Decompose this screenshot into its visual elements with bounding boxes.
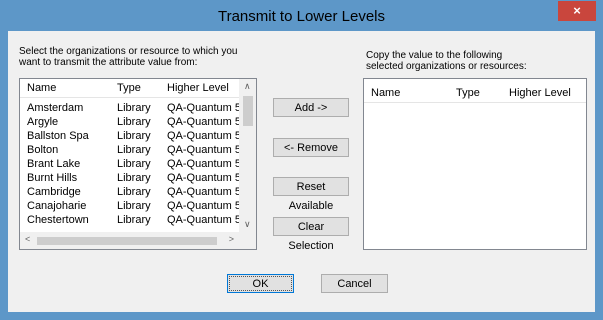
item-higher-level: QA-Quantum 5.0 <box>167 130 251 142</box>
item-name: Canajoharie <box>27 200 87 212</box>
title-bar[interactable]: Transmit to Lower Levels × <box>1 1 602 31</box>
target-list[interactable]: Name Type Higher Level <box>363 78 587 250</box>
item-type: Library <box>117 130 151 142</box>
close-button[interactable]: × <box>558 1 596 21</box>
column-header-higher-level[interactable]: Higher Level <box>509 87 571 99</box>
vertical-scrollbar[interactable]: ∧ ∨ <box>239 79 256 232</box>
target-list-header: Name Type Higher Level <box>364 84 586 102</box>
list-item[interactable]: Cambridge Library QA-Quantum 5.0 <box>20 186 256 199</box>
scrollbar-corner <box>239 232 256 249</box>
cancel-button[interactable]: Cancel <box>321 274 388 293</box>
item-name: Ballston Spa <box>27 130 89 142</box>
vertical-scroll-thumb[interactable] <box>243 96 253 126</box>
item-type: Library <box>117 200 151 212</box>
item-type: Library <box>117 214 151 226</box>
source-list-header: Name Type Higher Level <box>20 79 256 97</box>
item-type: Library <box>117 116 151 128</box>
column-header-type[interactable]: Type <box>117 82 141 94</box>
item-name: Bolton <box>27 144 59 156</box>
horizontal-scroll-thumb[interactable] <box>37 237 217 245</box>
item-name: Chestertown <box>27 214 89 226</box>
list-item[interactable]: Canajoharie Library QA-Quantum 5.0 <box>20 200 256 213</box>
horizontal-scrollbar[interactable]: < > <box>20 232 239 249</box>
source-instruction-line1: Select the organizations or resource to … <box>19 46 238 57</box>
item-higher-level: QA-Quantum 5.0 <box>167 158 251 170</box>
source-instruction: Select the organizations or resource to … <box>19 46 237 68</box>
list-item[interactable]: Ballston Spa Library QA-Quantum 5.0 <box>20 130 256 143</box>
remove-button[interactable]: <- Remove <box>273 138 349 157</box>
dialog-title: Transmit to Lower Levels <box>217 8 385 25</box>
item-type: Library <box>117 186 151 198</box>
item-higher-level: QA-Quantum 5.0 <box>167 116 251 128</box>
clear-selection-button[interactable]: Clear Selection <box>273 217 349 252</box>
source-list[interactable]: Name Type Higher Level Amsterdam Library… <box>19 78 257 250</box>
reset-available-button[interactable]: Reset Available <box>273 177 349 212</box>
dialog-window: Transmit to Lower Levels × Select the or… <box>0 0 603 320</box>
item-type: Library <box>117 172 151 184</box>
list-item[interactable]: Argyle Library QA-Quantum 5.0 <box>20 116 256 129</box>
list-item[interactable]: Chestertown Library QA-Quantum 5.0 <box>20 214 256 227</box>
target-instruction: Copy the value to the following selected… <box>366 50 527 72</box>
column-header-name[interactable]: Name <box>371 87 400 99</box>
target-instruction-line2: selected organizations or resources: <box>366 61 527 72</box>
column-header-name[interactable]: Name <box>27 82 56 94</box>
close-icon: × <box>573 3 581 18</box>
item-name: Brant Lake <box>27 158 81 170</box>
add-button[interactable]: Add -> <box>273 98 349 117</box>
list-item[interactable]: Burnt Hills Library QA-Quantum 5.0 <box>20 172 256 185</box>
item-higher-level: QA-Quantum 5.0 <box>167 200 251 212</box>
item-higher-level: QA-Quantum 5.0 <box>167 186 251 198</box>
ok-button[interactable]: OK <box>227 274 294 293</box>
scroll-up-icon[interactable]: ∧ <box>244 81 251 92</box>
list-item[interactable]: Amsterdam Library QA-Quantum 5.0 <box>20 102 256 115</box>
list-item[interactable]: Bolton Library QA-Quantum 5.0 <box>20 144 256 157</box>
column-header-higher-level[interactable]: Higher Level <box>167 82 229 94</box>
scroll-right-icon[interactable]: > <box>229 234 234 244</box>
source-instruction-line2: want to transmit the attribute value fro… <box>19 57 198 68</box>
column-header-type[interactable]: Type <box>456 87 480 99</box>
ok-label: OK <box>252 278 269 290</box>
item-name: Cambridge <box>27 186 81 198</box>
item-type: Library <box>117 102 151 114</box>
item-name: Argyle <box>27 116 59 128</box>
item-type: Library <box>117 144 151 156</box>
header-divider <box>20 97 256 98</box>
item-higher-level: QA-Quantum 5.0 <box>167 102 251 114</box>
item-type: Library <box>117 158 151 170</box>
header-divider <box>364 102 586 103</box>
target-instruction-line1: Copy the value to the following <box>366 50 503 61</box>
item-higher-level: QA-Quantum 5.0 <box>167 144 251 156</box>
scroll-left-icon[interactable]: < <box>25 234 30 244</box>
dialog-body: Select the organizations or resource to … <box>8 31 595 312</box>
list-item[interactable]: Brant Lake Library QA-Quantum 5.0 <box>20 158 256 171</box>
item-name: Burnt Hills <box>27 172 78 184</box>
item-higher-level: QA-Quantum 5.0 <box>167 172 251 184</box>
scroll-down-icon[interactable]: ∨ <box>244 219 251 230</box>
item-higher-level: QA-Quantum 5.0 <box>167 214 251 226</box>
item-name: Amsterdam <box>27 102 84 114</box>
